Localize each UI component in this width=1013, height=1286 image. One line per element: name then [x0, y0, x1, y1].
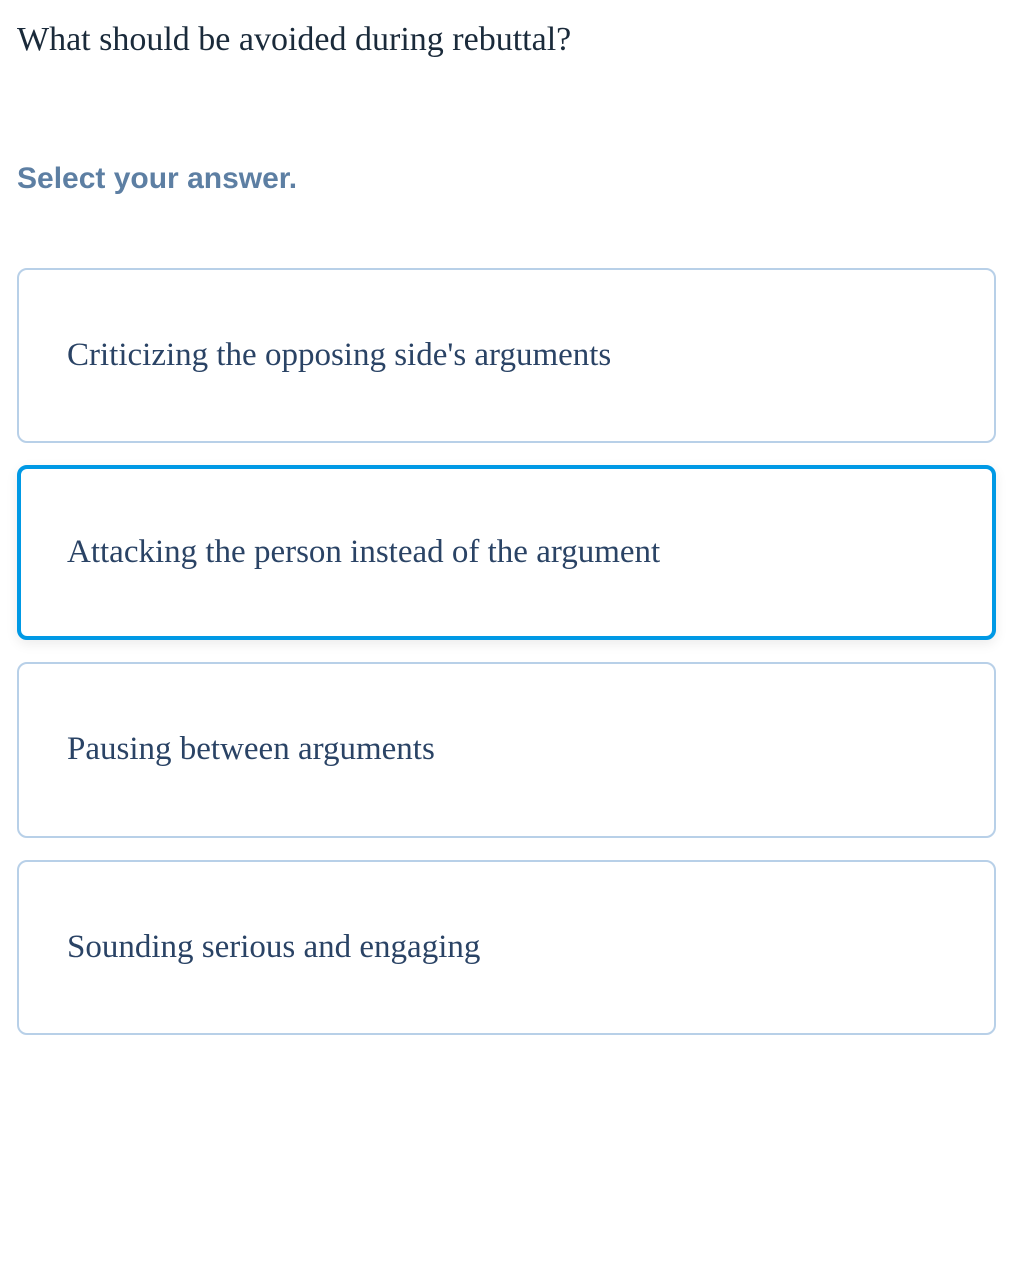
option-text: Pausing between arguments [67, 724, 946, 775]
answer-option-2[interactable]: Pausing between arguments [17, 662, 996, 837]
options-container: Criticizing the opposing side's argument… [17, 268, 996, 1035]
answer-option-1[interactable]: Attacking the person instead of the argu… [17, 465, 996, 640]
answer-option-3[interactable]: Sounding serious and engaging [17, 860, 996, 1035]
option-text: Criticizing the opposing side's argument… [67, 330, 946, 381]
question-text: What should be avoided during rebuttal? [17, 18, 996, 62]
answer-option-0[interactable]: Criticizing the opposing side's argument… [17, 268, 996, 443]
option-text: Sounding serious and engaging [67, 922, 946, 973]
option-text: Attacking the person instead of the argu… [67, 527, 946, 578]
instruction-text: Select your answer. [17, 162, 996, 196]
